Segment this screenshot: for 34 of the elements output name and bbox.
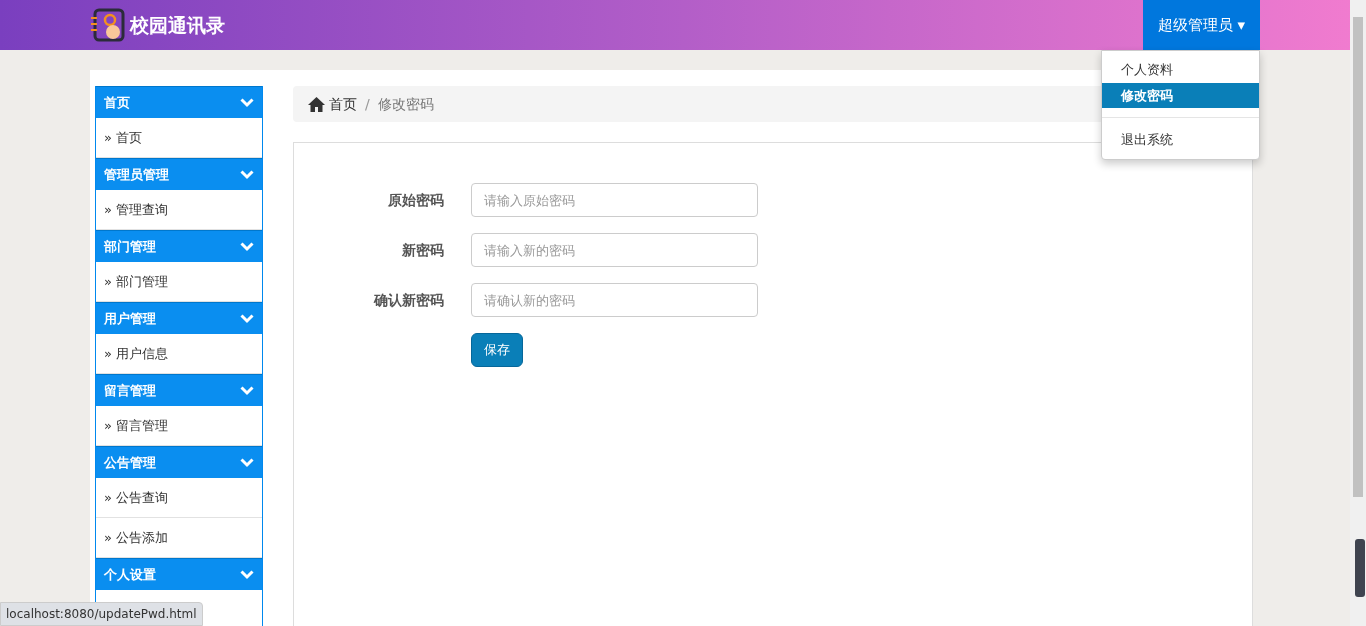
menu-item[interactable]: 个人资料 <box>1102 57 1259 83</box>
save-button[interactable]: 保存 <box>471 333 523 367</box>
level-meter-drawing <box>1355 539 1365 597</box>
user-menu-button[interactable]: 超级管理员 ▾ <box>1142 0 1260 50</box>
password-field[interactable]: 请输入新的密码 <box>471 233 758 267</box>
sidebar-item[interactable]: » 用户信息 <box>104 343 169 364</box>
home-icon[interactable] <box>308 96 325 112</box>
chevron-icon[interactable] <box>240 457 254 468</box>
sidebar-item[interactable]: » 留言管理 <box>104 415 169 436</box>
chevron-icon[interactable] <box>240 569 254 580</box>
menu-item[interactable]: 退出系统 <box>1102 127 1259 153</box>
status-url: localhost:8080/updatePwd.html <box>0 602 203 626</box>
field-label: 原始密码 <box>387 190 444 210</box>
sidebar-item[interactable]: » 公告查询 <box>104 487 169 508</box>
app-title: 校园通讯录 <box>130 12 225 38</box>
field-label: 确认新密码 <box>372 290 444 310</box>
field-label: 新密码 <box>401 240 444 260</box>
chevron-icon[interactable] <box>240 313 254 324</box>
password-field[interactable]: 请确认新的密码 <box>471 283 758 317</box>
breadcrumb-separator: / <box>365 94 370 114</box>
scrollbar[interactable] <box>1350 0 1366 626</box>
chevron-icon[interactable] <box>240 385 254 396</box>
sidebar-item[interactable]: » 公告添加 <box>104 527 169 548</box>
sidebar-item[interactable]: » 管理查询 <box>104 199 169 220</box>
menu-item[interactable]: 修改密码 <box>1102 82 1259 108</box>
breadcrumb-link[interactable]: 首页 <box>329 93 357 115</box>
chevron-icon[interactable] <box>240 97 254 108</box>
breadcrumb-current: 修改密码 <box>377 94 434 114</box>
chevron-icon[interactable] <box>240 169 254 180</box>
password-field[interactable]: 请输入原始密码 <box>471 183 758 217</box>
sidebar-item[interactable]: » 首页 <box>104 127 143 148</box>
contact-card-icon <box>90 7 126 43</box>
sidebar-item[interactable]: » 部门管理 <box>104 271 169 292</box>
chevron-icon[interactable] <box>240 241 254 252</box>
